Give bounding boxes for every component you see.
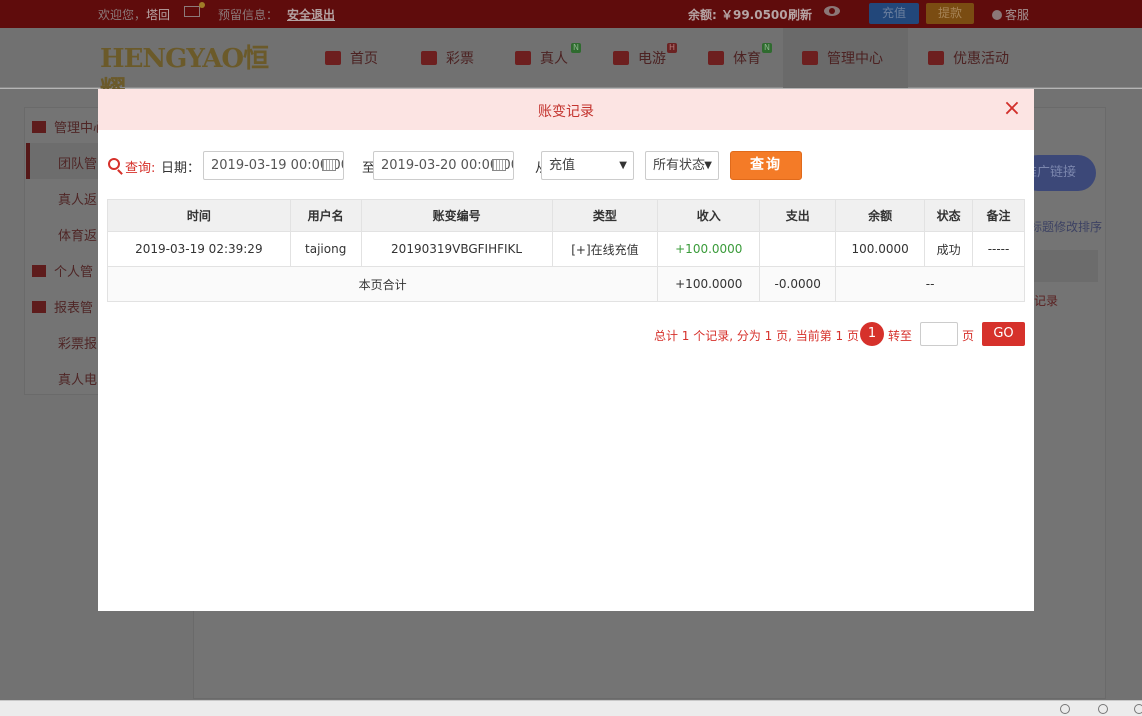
col-header-user: 用户名 bbox=[289, 199, 362, 232]
pagination: 总计 1 个记录, 分为 1 页, 当前第 1 页 1 转至 页 GO bbox=[625, 322, 1025, 346]
pagination-info: 总计 1 个记录, 分为 1 页, 当前第 1 页 bbox=[653, 329, 859, 343]
sidebar-item-team[interactable]: 团队管 bbox=[58, 153, 97, 172]
cell-balance: 100.0000 bbox=[835, 231, 926, 267]
service-link[interactable]: 客服 bbox=[992, 6, 1029, 23]
welcome-text: 欢迎您，塔回 bbox=[98, 8, 171, 22]
nav-item-slots[interactable]: 电游 H bbox=[613, 43, 677, 68]
recharge-button[interactable]: 充值 bbox=[869, 3, 919, 24]
search-icon bbox=[108, 158, 120, 170]
sidebar-item-sports-rebate[interactable]: 体育返 bbox=[58, 225, 97, 244]
sort-note[interactable]: 标题修改排序 bbox=[1030, 218, 1102, 235]
col-header-type: 类型 bbox=[551, 199, 659, 232]
col-header-income: 收入 bbox=[657, 199, 761, 232]
cell-expense bbox=[759, 231, 837, 267]
type-select[interactable]: 充值 ▼ bbox=[541, 151, 634, 180]
eye-icon[interactable] bbox=[824, 6, 840, 16]
balance-text: 余额: ￥99.0500 bbox=[688, 8, 788, 22]
gift-icon bbox=[928, 51, 944, 65]
status-select[interactable]: 所有状态 ▼ bbox=[645, 151, 719, 180]
sidebar-header-reports[interactable]: 报表管 bbox=[32, 297, 93, 316]
sum-expense: -0.0000 bbox=[759, 266, 837, 302]
top-bar: 欢迎您，塔回 预留信息： 安全退出 余额: ￥99.0500 刷新 充值 提款 … bbox=[0, 0, 1142, 28]
current-page[interactable]: 1 bbox=[860, 322, 884, 346]
new-badge: N bbox=[762, 43, 772, 53]
cell-user: tajiong bbox=[289, 231, 362, 267]
hot-badge: H bbox=[667, 43, 677, 53]
sidebar-item-lottery-report[interactable]: 彩票报 bbox=[58, 333, 97, 352]
calendar-icon[interactable] bbox=[322, 159, 336, 171]
withdraw-button[interactable]: 提款 bbox=[926, 3, 974, 24]
nav-item-management[interactable]: 管理中心 bbox=[802, 48, 883, 68]
cell-income: +100.0000 bbox=[657, 231, 761, 267]
caret-down-icon: ▼ bbox=[704, 160, 712, 171]
notice-label: 预留信息： bbox=[218, 8, 279, 22]
rocket-icon[interactable] bbox=[1060, 704, 1070, 714]
logo[interactable]: HENGYAO恒耀 bbox=[100, 43, 286, 106]
go-button[interactable]: GO bbox=[982, 322, 1025, 346]
new-badge: N bbox=[571, 43, 581, 53]
col-header-status: 状态 bbox=[924, 199, 974, 232]
goto-label: 转至 bbox=[887, 329, 912, 343]
modal-header: 账变记录 × bbox=[98, 89, 1034, 130]
cell-time: 2019-03-19 02:39:29 bbox=[107, 231, 291, 267]
sidebar-item-live-rebate[interactable]: 真人返 bbox=[58, 189, 97, 208]
home-icon bbox=[325, 51, 341, 65]
nav-item-home[interactable]: 首页 bbox=[325, 48, 378, 68]
nav-item-live[interactable]: 真人 N bbox=[515, 43, 581, 68]
col-header-balance: 余额 bbox=[835, 199, 926, 232]
mail-icon[interactable] bbox=[184, 2, 205, 17]
record-link[interactable]: 记录 bbox=[1034, 292, 1058, 309]
panel-band bbox=[1034, 250, 1098, 282]
col-header-remark: 备注 bbox=[972, 199, 1025, 232]
page-input[interactable] bbox=[920, 322, 958, 346]
cell-status: 成功 bbox=[924, 231, 974, 267]
nav-item-lottery[interactable]: 彩票 bbox=[421, 48, 474, 68]
cell-type: [+]在线充值 bbox=[551, 231, 659, 267]
col-header-expense: 支出 bbox=[759, 199, 837, 232]
modal-title: 账变记录 bbox=[538, 104, 594, 120]
col-header-time: 时间 bbox=[107, 199, 291, 232]
status-bar bbox=[0, 700, 1142, 716]
clock-icon[interactable] bbox=[1098, 704, 1108, 714]
users-icon bbox=[802, 51, 818, 65]
user-icon bbox=[32, 265, 46, 277]
live-icon bbox=[515, 51, 531, 65]
table-header-row: 时间 用户名 账变编号 类型 收入 支出 余额 状态 备注 bbox=[107, 199, 1025, 232]
nav-item-promotions[interactable]: 优惠活动 bbox=[928, 48, 1009, 68]
cell-remark: ----- bbox=[972, 231, 1025, 267]
sidebar-item-live-report[interactable]: 真人电 bbox=[58, 369, 97, 388]
sum-rest: -- bbox=[835, 266, 1025, 302]
menu-icon[interactable] bbox=[1134, 704, 1142, 714]
query-bar: 查询: 日期： 2019-03-19 00:00:00 至 2019-03-20… bbox=[108, 151, 1024, 180]
query-label: 查询: bbox=[125, 161, 156, 176]
sum-income: +100.0000 bbox=[657, 266, 761, 302]
nav-item-sports[interactable]: 体育 N bbox=[708, 43, 772, 68]
users-icon bbox=[32, 121, 46, 133]
date-label: 日期： bbox=[161, 161, 201, 176]
report-icon bbox=[32, 301, 46, 313]
sum-label: 本页合计 bbox=[106, 266, 659, 302]
username: 塔回 bbox=[146, 8, 171, 22]
caret-down-icon: ▼ bbox=[619, 160, 627, 171]
summary-row: 本页合计 +100.0000 -0.0000 -- bbox=[106, 266, 1025, 302]
query-button[interactable]: 查询 bbox=[730, 151, 802, 180]
col-header-id: 账变编号 bbox=[360, 199, 553, 232]
records-table: 时间 用户名 账变编号 类型 收入 支出 余额 状态 备注 2019-03-19… bbox=[106, 199, 1025, 302]
trophy-icon bbox=[708, 51, 724, 65]
main-nav: HENGYAO恒耀 首页 彩票 真人N 电游H 体育N 管理中心 优惠活动 bbox=[0, 28, 1142, 106]
headset-icon bbox=[992, 10, 1002, 20]
cell-id: 20190319VBGFIHFIKL bbox=[360, 231, 553, 267]
ticket-icon bbox=[421, 51, 437, 65]
calendar-icon[interactable] bbox=[492, 159, 506, 171]
transaction-record-modal: 账变记录 × 查询: 日期： 2019-03-19 00:00:00 至 201… bbox=[98, 89, 1034, 611]
close-icon[interactable]: × bbox=[1002, 98, 1022, 120]
sidebar-header-management[interactable]: 管理中心 bbox=[32, 117, 106, 136]
slot-icon bbox=[613, 51, 629, 65]
logout-link[interactable]: 安全退出 bbox=[287, 6, 335, 23]
page-label: 页 bbox=[961, 329, 974, 343]
table-row: 2019-03-19 02:39:29 tajiong 20190319VBGF… bbox=[107, 231, 1025, 267]
refresh-link[interactable]: 刷新 bbox=[788, 6, 812, 23]
sidebar-header-personal[interactable]: 个人管 bbox=[32, 261, 93, 280]
